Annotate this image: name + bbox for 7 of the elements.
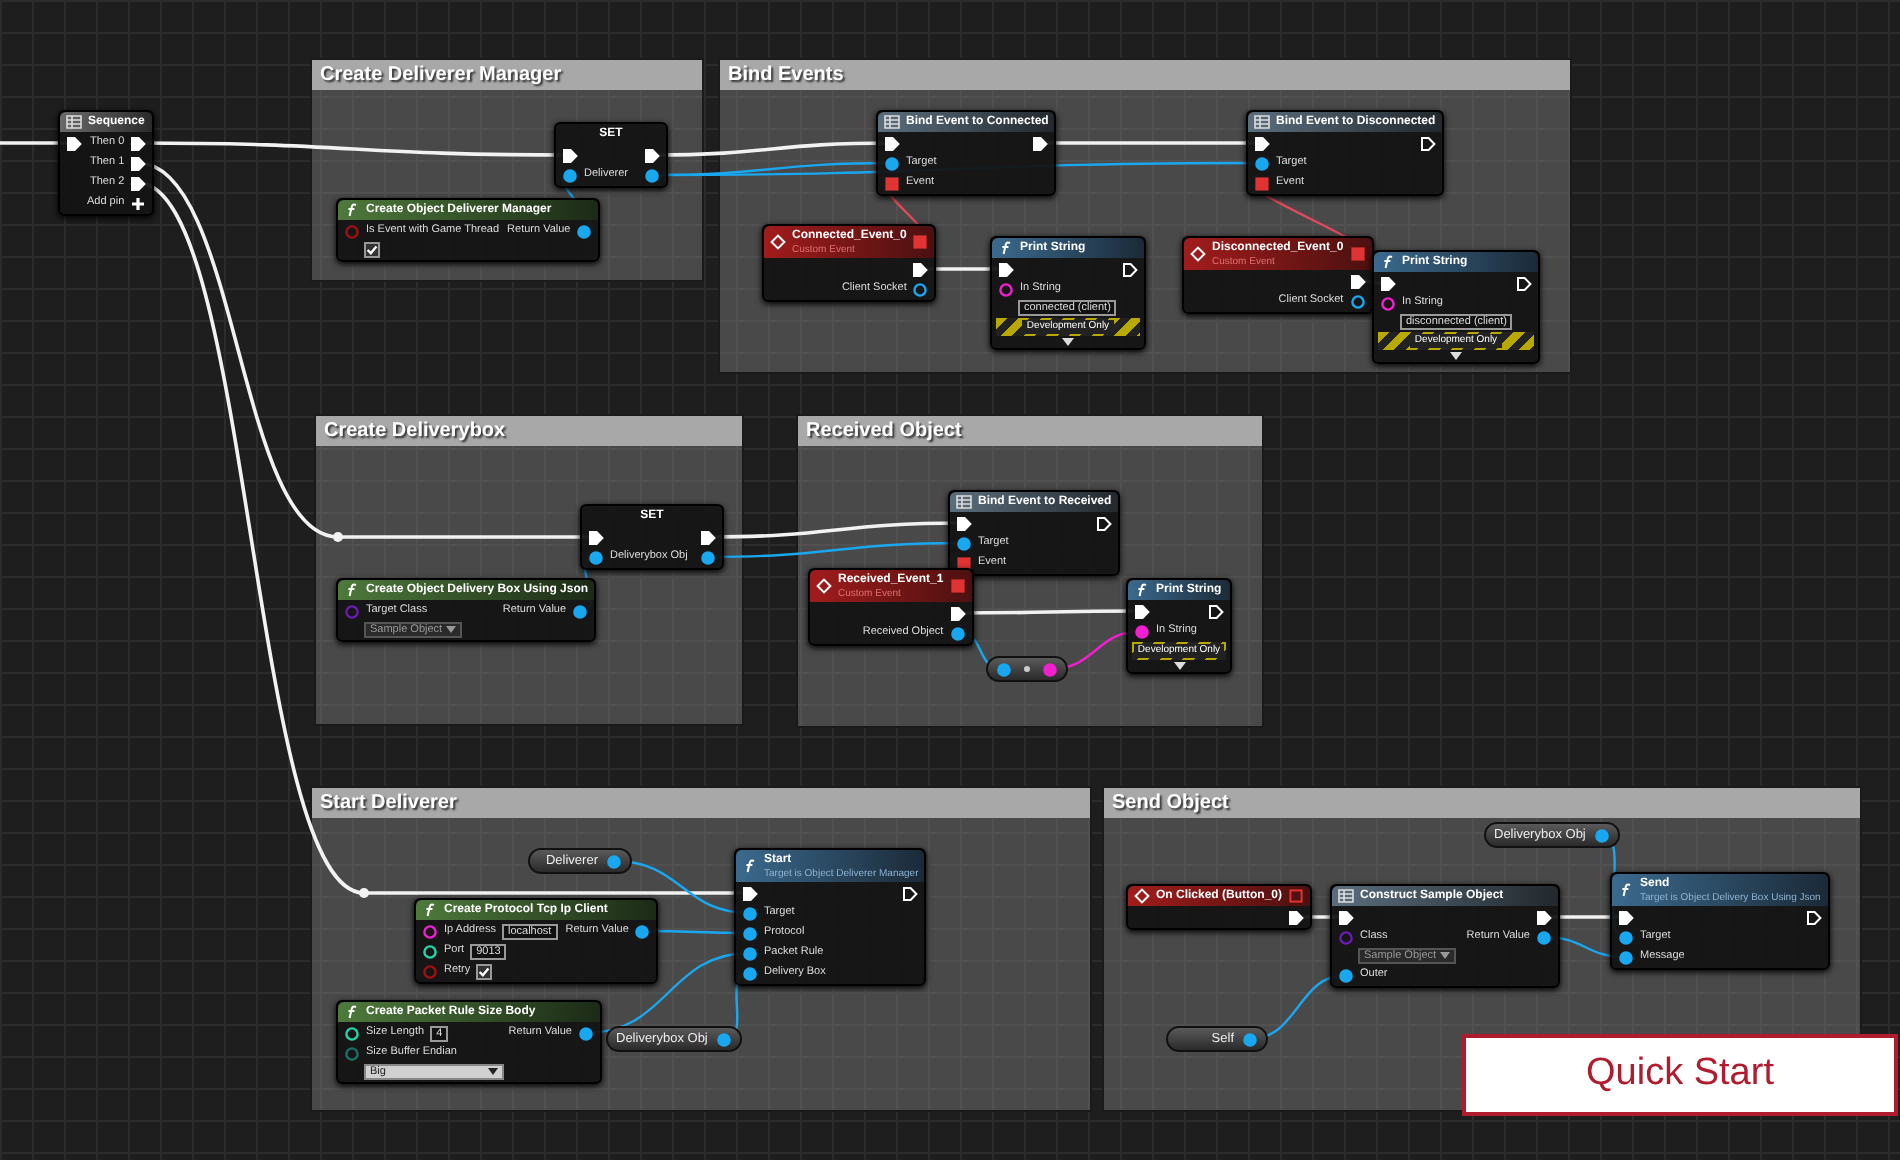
banner-text: Quick Start [1586, 1050, 1774, 1099]
comment-title: Received Object [798, 416, 1262, 446]
comment-title: Create Deliverer Manager [312, 60, 702, 90]
comment-title: Send Object [1104, 788, 1860, 818]
comment-title: Create Deliverybox [316, 416, 742, 446]
comment-title: Start Deliverer [312, 788, 1090, 818]
comment-title: Bind Events [720, 60, 1570, 90]
